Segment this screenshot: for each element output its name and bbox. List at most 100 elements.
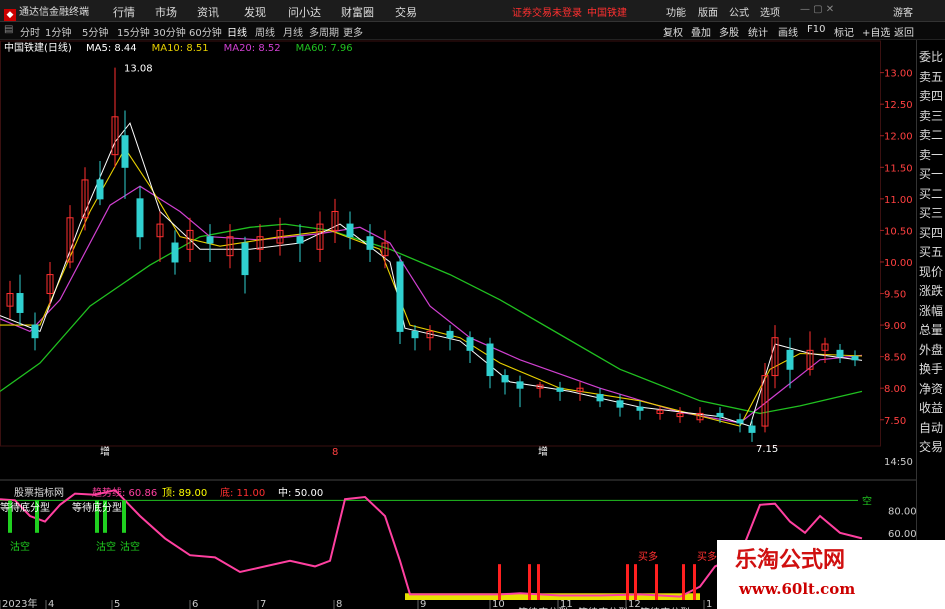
sidebar-item-5[interactable]: 卖一 (919, 146, 943, 163)
menu-bar: ◆ 通达信金融终端 行情 市场 资讯 发现 问小达 财富圈 交易 证券交易未登录 … (0, 0, 945, 22)
sidebar-item-19[interactable]: 自动 (919, 419, 943, 436)
options-button[interactable]: 选项 (760, 4, 780, 19)
tab-monthly[interactable]: 月线 (283, 24, 303, 39)
red-signal-bar-0 (498, 564, 501, 600)
sidebar-item-6[interactable]: 买一 (919, 165, 943, 182)
sidebar-item-4[interactable]: 卖二 (919, 126, 943, 143)
tab-60min[interactable]: 60分钟 (189, 24, 222, 39)
ma-legend-3: MA60: 7.96 (296, 43, 353, 54)
ma-legend-1: MA10: 8.51 (152, 43, 209, 54)
xtick-5: 8 (336, 599, 342, 609)
xtick-3: 6 (192, 599, 198, 609)
candle-body-42 (736, 419, 744, 424)
chart-mark-1: 8 (332, 447, 338, 458)
ma-legend-2: MA20: 8.52 (224, 43, 281, 54)
add-watchlist-button[interactable]: +自选 (862, 24, 890, 39)
tab-weekly[interactable]: 周线 (255, 24, 275, 39)
sub-legend-2: 底: 11.00 (220, 486, 265, 499)
tab-5min[interactable]: 5分钟 (82, 24, 108, 39)
menu-item-trade[interactable]: 交易 (395, 4, 417, 20)
candle-body-30 (501, 375, 509, 383)
sub-legend-3: 中: 50.00 (278, 486, 323, 499)
stock-chart[interactable]: 中国铁建(日线) MA5: 8.44 MA10: 8.51 MA20: 8.52 MA6… (0, 40, 916, 609)
sidebar-item-17[interactable]: 净资 (919, 380, 943, 397)
sidebar-item-2[interactable]: 卖四 (919, 87, 943, 104)
list-icon[interactable]: ▤ (4, 24, 13, 35)
candle-body-46 (786, 349, 794, 370)
sidebar-item-1[interactable]: 卖五 (919, 68, 943, 85)
sidebar-item-18[interactable]: 收益 (919, 399, 943, 416)
tab-15min[interactable]: 15分钟 (117, 24, 150, 39)
sidebar-item-20[interactable]: 交易 (919, 438, 943, 455)
draw-button[interactable]: 画线 (778, 24, 798, 39)
candle-body-22 (366, 236, 374, 250)
menu-item-discover[interactable]: 发现 (244, 4, 266, 20)
red-signal-bar-4 (634, 564, 637, 600)
xtick-7: 10 (492, 599, 505, 609)
window-controls[interactable]: — ▢ ✕ (800, 4, 834, 15)
stock-name-link[interactable]: 中国铁建 (587, 4, 627, 19)
candle-body-41 (716, 412, 724, 418)
candle-body-36 (616, 400, 624, 408)
sidebar-item-11[interactable]: 现价 (919, 263, 943, 280)
menu-item-market[interactable]: 市场 (155, 4, 177, 20)
candle-body-2 (31, 324, 39, 339)
buy-tag-1: 买多 (697, 550, 717, 563)
menu-item-ask[interactable]: 问小达 (288, 4, 321, 20)
ma10-line (0, 147, 863, 427)
menu-item-news[interactable]: 资讯 (197, 4, 219, 20)
tab-daily[interactable]: 日线 (227, 24, 247, 39)
overlay-button[interactable]: 叠加 (691, 24, 711, 39)
main-ytick-11: 7.50 (884, 416, 906, 427)
sidebar-item-0[interactable]: 委比 (919, 48, 943, 65)
menu-item-quotes[interactable]: 行情 (113, 4, 135, 20)
candle-body-49 (836, 349, 844, 358)
tab-multi-period[interactable]: 多周期 (309, 24, 339, 39)
login-alert-link[interactable]: 证券交易未登录 (512, 4, 582, 19)
green-signal-bar-4 (122, 500, 126, 533)
formula-button[interactable]: 公式 (729, 4, 749, 19)
multi-stock-button[interactable]: 多股 (719, 24, 739, 39)
sidebar-item-14[interactable]: 总量 (919, 321, 943, 338)
main-ytick-3: 11.50 (884, 163, 913, 174)
function-button[interactable]: 功能 (666, 4, 686, 19)
sidebar-item-15[interactable]: 外盘 (919, 341, 943, 358)
chart-mark-2: 增 (538, 445, 548, 458)
sidebar-item-12[interactable]: 涨跌 (919, 282, 943, 299)
tab-intraday[interactable]: 分时 (20, 24, 40, 39)
sidebar-item-13[interactable]: 涨幅 (919, 302, 943, 319)
main-ytick-8: 9.00 (884, 321, 906, 332)
candle-body-9 (136, 198, 144, 238)
stats-button[interactable]: 统计 (748, 24, 768, 39)
candle-body-31 (516, 381, 524, 389)
red-signal-bar-2 (537, 564, 540, 600)
back-button[interactable]: 返回 (894, 24, 914, 39)
sidebar-item-3[interactable]: 卖三 (919, 107, 943, 124)
xtick-0: 2023年 (2, 597, 37, 609)
menu-item-wealth[interactable]: 财富圈 (341, 4, 374, 20)
candle-body-25 (411, 330, 419, 339)
app-logo-icon: ◆ (4, 9, 16, 21)
mark-button[interactable]: 标记 (834, 24, 854, 39)
xtick-2: 5 (114, 599, 120, 609)
xtick-6: 9 (420, 599, 426, 609)
tab-1min[interactable]: 1分钟 (45, 24, 71, 39)
sub-top-label-1: 等待底分型 (72, 501, 122, 514)
candle-body-28 (466, 337, 474, 351)
candle-body-21 (346, 223, 354, 238)
sidebar-item-8[interactable]: 买三 (919, 204, 943, 221)
sidebar-item-16[interactable]: 换手 (919, 360, 943, 377)
sidebar-item-7[interactable]: 买二 (919, 185, 943, 202)
xtick-4: 7 (260, 599, 266, 609)
sidebar-item-9[interactable]: 买四 (919, 224, 943, 241)
tab-more[interactable]: 更多 (343, 24, 363, 39)
candle-body-43 (748, 425, 756, 433)
sub-ytick-1: 60.00 (888, 529, 916, 540)
f10-button[interactable]: F10 (807, 24, 825, 35)
guest-button[interactable]: 游客 (893, 4, 913, 19)
layout-button[interactable]: 版面 (698, 4, 718, 19)
sidebar-item-10[interactable]: 买五 (919, 243, 943, 260)
tab-30min[interactable]: 30分钟 (153, 24, 186, 39)
main-ytick-10: 8.00 (884, 384, 906, 395)
adjust-button[interactable]: 复权 (663, 24, 683, 39)
